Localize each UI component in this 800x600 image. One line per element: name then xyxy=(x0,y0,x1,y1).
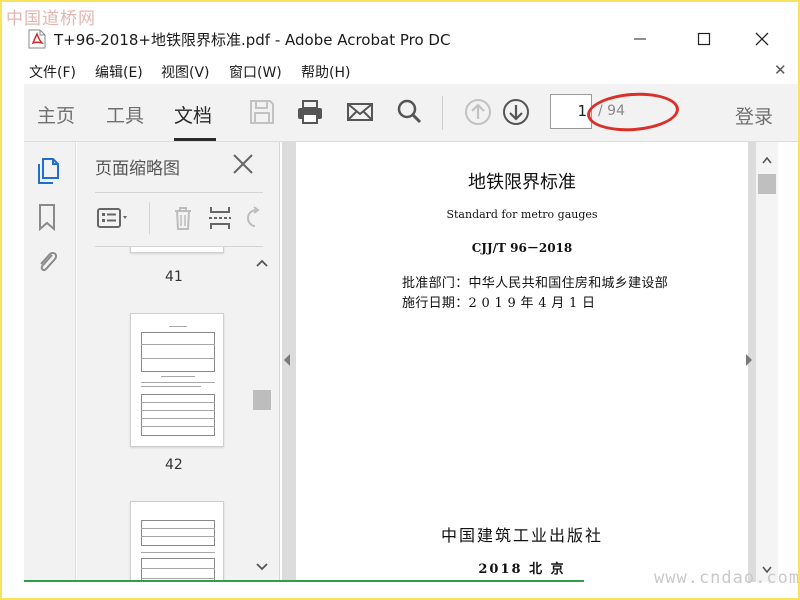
menu-window[interactable]: 窗口(W) xyxy=(229,62,282,82)
attachment-icon[interactable] xyxy=(34,246,60,276)
page-thumbnails-icon[interactable] xyxy=(34,156,60,186)
red-annotation-ellipse xyxy=(585,89,681,135)
rotate-page-icon[interactable] xyxy=(243,202,263,234)
page-up-icon[interactable] xyxy=(464,98,492,126)
maximize-icon xyxy=(697,32,711,46)
close-panel-icon[interactable] xyxy=(231,152,255,176)
insert-page-icon[interactable] xyxy=(205,202,239,234)
thumbnail-options-icon[interactable] xyxy=(97,202,131,234)
effective-date: 施行日期：2 0 1 9 年 4 月 1 日 xyxy=(402,296,596,311)
page-thumbnail[interactable] xyxy=(130,247,224,253)
panel-divider xyxy=(95,192,263,193)
bookmark-icon[interactable] xyxy=(34,202,60,232)
site-url-watermark: www.cndao.com xyxy=(654,568,800,588)
document-title: 地铁限界标准 xyxy=(468,172,576,193)
sign-in-button[interactable]: 登录 xyxy=(735,102,773,129)
minimize-button[interactable] xyxy=(620,24,660,54)
collapse-left-panel-icon[interactable] xyxy=(282,352,292,368)
close-button[interactable] xyxy=(742,24,782,54)
navigation-rail xyxy=(24,142,76,582)
document-subtitle: Standard for metro gauges xyxy=(446,208,598,221)
tab-tools[interactable]: 工具 xyxy=(106,101,144,128)
toolbar-divider xyxy=(442,96,443,130)
menu-edit[interactable]: 编辑(E) xyxy=(95,62,143,82)
status-line xyxy=(24,580,584,582)
panel-toolbar-divider xyxy=(149,202,150,234)
page-down-icon[interactable] xyxy=(502,98,530,126)
email-icon[interactable] xyxy=(346,98,374,126)
thumbnail-panel: 页面缩略图 41 42 xyxy=(77,142,280,582)
thumbnail-page-number: 41 xyxy=(165,269,183,285)
page-number-input[interactable]: 1 xyxy=(550,94,592,129)
menu-help[interactable]: 帮助(H) xyxy=(301,62,350,82)
print-icon[interactable] xyxy=(296,98,324,126)
title-bar: 中国道桥网 T+96-2018+地铁限界标准.pdf - Adobe Acrob… xyxy=(2,2,798,60)
site-watermark: 中国道桥网 xyxy=(6,9,96,29)
pdf-page: 地铁限界标准 Standard for metro gauges CJJ/T 9… xyxy=(296,142,748,582)
tab-home[interactable]: 主页 xyxy=(37,101,75,128)
standard-code: CJJ/T 96－2018 xyxy=(471,241,573,255)
page-thumbnail[interactable] xyxy=(130,313,224,447)
approval-department: 批准部门：中华人民共和国住房和城乡建设部 xyxy=(402,276,669,291)
menu-view[interactable]: 视图(V) xyxy=(161,62,210,82)
acrobat-pdf-icon xyxy=(28,29,46,49)
panel-title: 页面缩略图 xyxy=(95,159,180,179)
window-title: T+96-2018+地铁限界标准.pdf - Adobe Acrobat Pro… xyxy=(54,31,451,49)
maximize-button[interactable] xyxy=(684,24,724,54)
page-thumbnail[interactable] xyxy=(130,501,224,582)
toolbar: 主页 工具 文档 1 / 94 登录 xyxy=(24,84,798,142)
delete-page-icon[interactable] xyxy=(167,202,201,234)
search-icon[interactable] xyxy=(395,98,423,126)
publisher: 中国建筑工业出版社 xyxy=(440,526,603,545)
scrollbar-thumb[interactable] xyxy=(758,174,776,194)
close-icon xyxy=(755,32,769,46)
thumbnail-scrollbar[interactable] xyxy=(253,250,271,580)
close-document-icon[interactable]: ✕ xyxy=(774,61,787,79)
scroll-up-icon[interactable] xyxy=(762,156,772,164)
document-scrollbar[interactable] xyxy=(756,142,778,582)
scrollbar-thumb[interactable] xyxy=(253,390,271,410)
tab-document[interactable]: 文档 xyxy=(174,101,212,128)
app-window: 中国道桥网 T+96-2018+地铁限界标准.pdf - Adobe Acrob… xyxy=(0,0,800,600)
collapse-right-panel-icon[interactable] xyxy=(744,352,754,368)
menu-file[interactable]: 文件(F) xyxy=(29,62,76,82)
thumbnail-page-number: 42 xyxy=(165,457,183,473)
thumbnail-list: 41 42 xyxy=(95,247,252,582)
save-icon[interactable] xyxy=(248,98,276,126)
menu-bar: 文件(F) 编辑(E) 视图(V) 窗口(W) 帮助(H) ✕ xyxy=(2,60,798,84)
minimize-icon xyxy=(634,38,646,40)
active-tab-indicator xyxy=(174,138,216,141)
